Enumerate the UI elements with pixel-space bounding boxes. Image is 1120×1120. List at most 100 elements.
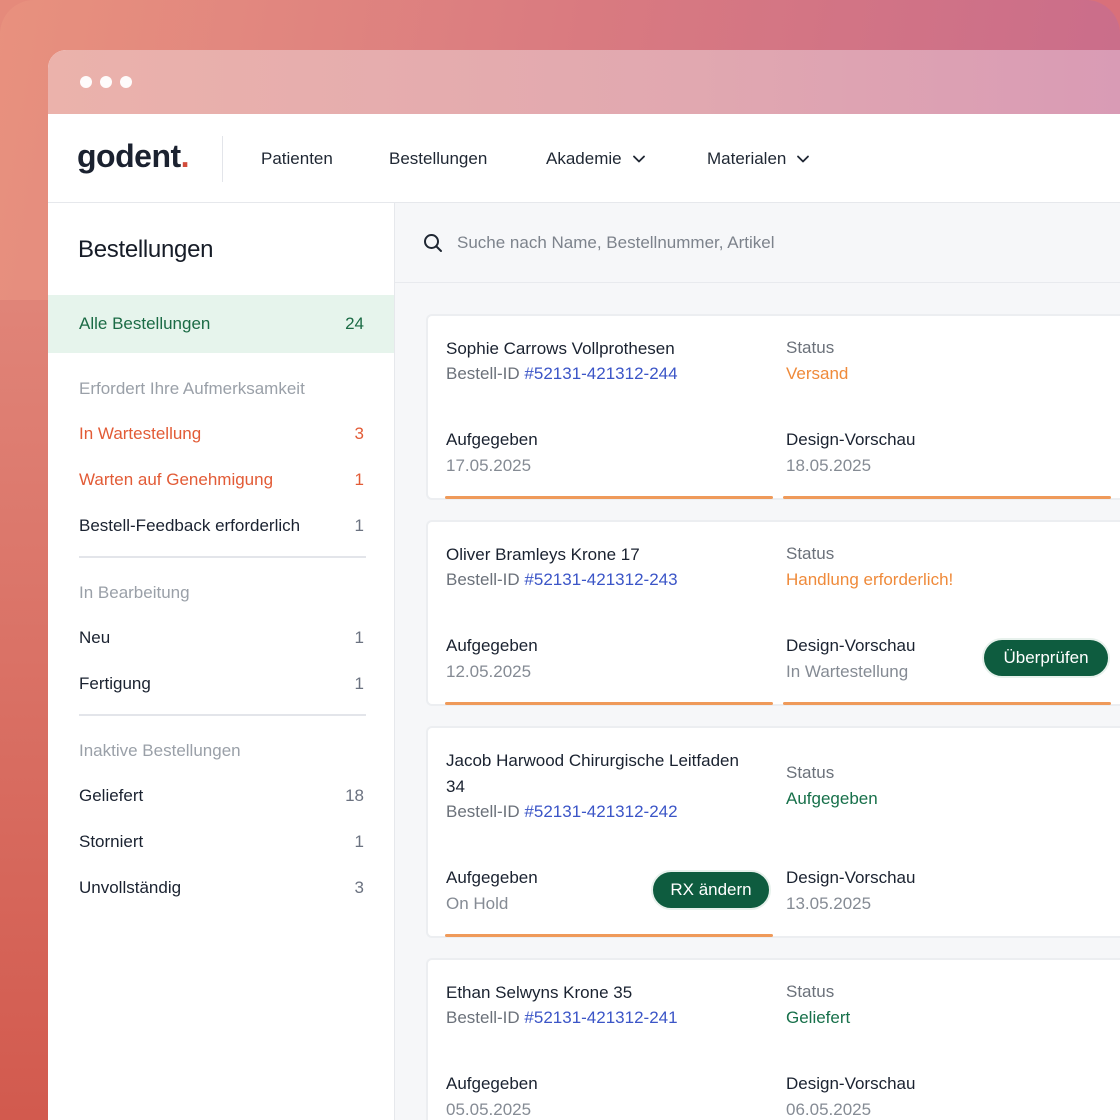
- order-id-link[interactable]: #52131-421312-244: [524, 364, 677, 383]
- status-label: Status: [786, 338, 835, 357]
- order-card[interactable]: Sophie Carrows Vollprothesen Bestell-ID …: [426, 314, 1120, 500]
- sidebar-item-cancelled[interactable]: Storniert 1: [48, 819, 394, 865]
- status-label: Status: [786, 763, 835, 782]
- sidebar-item-count: 1: [354, 516, 364, 535]
- preview-value: In Wartestellung: [786, 662, 909, 681]
- placed-label: Aufgegeben: [446, 868, 538, 887]
- sidebar-item-label: In Wartestellung: [79, 424, 202, 443]
- main-content: Sophie Carrows Vollprothesen Bestell-ID …: [395, 203, 1120, 1120]
- order-id-link[interactable]: #52131-421312-243: [524, 570, 677, 589]
- order-card[interactable]: Ethan Selwyns Krone 35 Bestell-ID #52131…: [426, 958, 1120, 1120]
- sidebar-item-count: 24: [345, 314, 364, 333]
- order-title: Sophie Carrows Vollprothesen: [446, 339, 675, 358]
- order-id-link[interactable]: #52131-421312-241: [524, 1008, 677, 1027]
- order-id-link[interactable]: #52131-421312-242: [524, 802, 677, 821]
- sidebar-item-label: Warten auf Genehmigung: [79, 470, 274, 489]
- nav-item-label: Bestellungen: [389, 149, 488, 168]
- window-titlebar: [48, 50, 1120, 114]
- order-id-row: Bestell-ID #52131-421312-244: [446, 364, 678, 384]
- logo[interactable]: godent.: [77, 138, 190, 175]
- window-dot-icon: [100, 76, 112, 88]
- sidebar-item-all-orders[interactable]: Alle Bestellungen 24: [48, 295, 394, 353]
- sidebar-item-label: Fertigung: [79, 674, 151, 693]
- order-id-row: Bestell-ID #52131-421312-242: [446, 802, 678, 822]
- nav-item-label: Akademie: [546, 149, 622, 168]
- sidebar-item-label: Geliefert: [79, 786, 144, 805]
- preview-label: Design-Vorschau: [786, 636, 916, 655]
- chevron-down-icon: [797, 155, 810, 163]
- preview-label: Design-Vorschau: [786, 868, 916, 887]
- nav-item-materialen[interactable]: Materialen: [707, 149, 810, 169]
- sidebar-section-heading: Erfordert Ihre Aufmerksamkeit: [79, 379, 305, 398]
- placed-value: 12.05.2025: [446, 662, 532, 681]
- placed-label: Aufgegeben: [446, 430, 538, 449]
- nav-item-akademie[interactable]: Akademie: [546, 149, 646, 169]
- sidebar-item-waiting[interactable]: In Wartestellung 3: [48, 411, 394, 457]
- sidebar-divider: [79, 556, 366, 558]
- edit-rx-button[interactable]: RX ändern: [651, 870, 771, 910]
- sidebar-item-count: 3: [354, 424, 364, 443]
- progress-line: [783, 702, 1111, 705]
- progress-line: [445, 496, 773, 499]
- order-id-row: Bestell-ID #52131-421312-243: [446, 570, 678, 590]
- sidebar-divider: [79, 714, 366, 716]
- order-card[interactable]: Oliver Bramleys Krone 17 Bestell-ID #521…: [426, 520, 1120, 706]
- nav-item-label: Patienten: [261, 149, 333, 168]
- sidebar-item-label: Bestell-Feedback erforderlich: [79, 516, 301, 535]
- order-id-row: Bestell-ID #52131-421312-241: [446, 1008, 678, 1028]
- sidebar-title: Bestellungen: [78, 236, 214, 263]
- order-title: Jacob Harwood Chirurgische Leitfaden 34: [446, 751, 739, 796]
- progress-line: [445, 702, 773, 705]
- sidebar-item-count: 1: [354, 628, 364, 647]
- status-label: Status: [786, 544, 835, 563]
- sidebar-item-count: 1: [354, 832, 364, 851]
- window-dot-icon: [80, 76, 92, 88]
- sidebar-item-delivered[interactable]: Geliefert 18: [48, 773, 394, 819]
- order-id-label: Bestell-ID: [446, 570, 520, 589]
- status-value: Versand: [786, 364, 849, 383]
- order-id-label: Bestell-ID: [446, 802, 520, 821]
- status-value: Handlung erforderlich!: [786, 570, 954, 589]
- sidebar-item-count: 18: [345, 786, 364, 805]
- order-id-label: Bestell-ID: [446, 1008, 520, 1027]
- nav-divider: [222, 136, 223, 182]
- sidebar-item-label: Neu: [79, 628, 111, 647]
- sidebar: Bestellungen Alle Bestellungen 24 Erford…: [48, 203, 395, 1120]
- preview-label: Design-Vorschau: [786, 1074, 916, 1093]
- preview-value: 13.05.2025: [786, 894, 872, 913]
- nav-item-patienten[interactable]: Patienten: [261, 149, 333, 169]
- order-id-label: Bestell-ID: [446, 364, 520, 383]
- browser-window: godent. Patienten Bestellungen Akademie …: [48, 50, 1120, 1120]
- nav-item-label: Materialen: [707, 149, 787, 168]
- sidebar-item-feedback-required[interactable]: Bestell-Feedback erforderlich 1: [48, 503, 394, 549]
- nav-item-bestellungen[interactable]: Bestellungen: [389, 149, 487, 169]
- search-input[interactable]: [457, 232, 1057, 253]
- sidebar-item-awaiting-approval[interactable]: Warten auf Genehmigung 1: [48, 457, 394, 503]
- preview-value: 18.05.2025: [786, 456, 872, 475]
- review-button[interactable]: Überprüfen: [982, 638, 1110, 678]
- sidebar-item-label: Alle Bestellungen: [79, 314, 211, 333]
- preview-label: Design-Vorschau: [786, 430, 916, 449]
- sidebar-section-heading: Inaktive Bestellungen: [79, 741, 241, 760]
- sidebar-section-heading: In Bearbeitung: [79, 583, 190, 602]
- logo-dot: .: [180, 138, 190, 174]
- sidebar-item-count: 3: [354, 878, 364, 897]
- sidebar-item-incomplete[interactable]: Unvollständig 3: [48, 865, 394, 911]
- sidebar-item-label: Unvollständig: [79, 878, 182, 897]
- chevron-down-icon: [632, 155, 645, 163]
- placed-value: 17.05.2025: [446, 456, 532, 475]
- progress-line: [783, 496, 1111, 499]
- preview-value: 06.05.2025: [786, 1100, 872, 1119]
- search-bar: [395, 203, 1120, 283]
- placed-value: On Hold: [446, 894, 509, 913]
- sidebar-item-manufacturing[interactable]: Fertigung 1: [48, 661, 394, 707]
- placed-value: 05.05.2025: [446, 1100, 532, 1119]
- order-title: Ethan Selwyns Krone 35: [446, 983, 633, 1002]
- sidebar-item-label: Storniert: [79, 832, 144, 851]
- order-card[interactable]: Jacob Harwood Chirurgische Leitfaden 34 …: [426, 726, 1120, 938]
- window-dot-icon: [120, 76, 132, 88]
- sidebar-item-count: 1: [354, 470, 364, 489]
- search-icon[interactable]: [423, 233, 443, 253]
- sidebar-item-new[interactable]: Neu 1: [48, 615, 394, 661]
- placed-label: Aufgegeben: [446, 1074, 538, 1093]
